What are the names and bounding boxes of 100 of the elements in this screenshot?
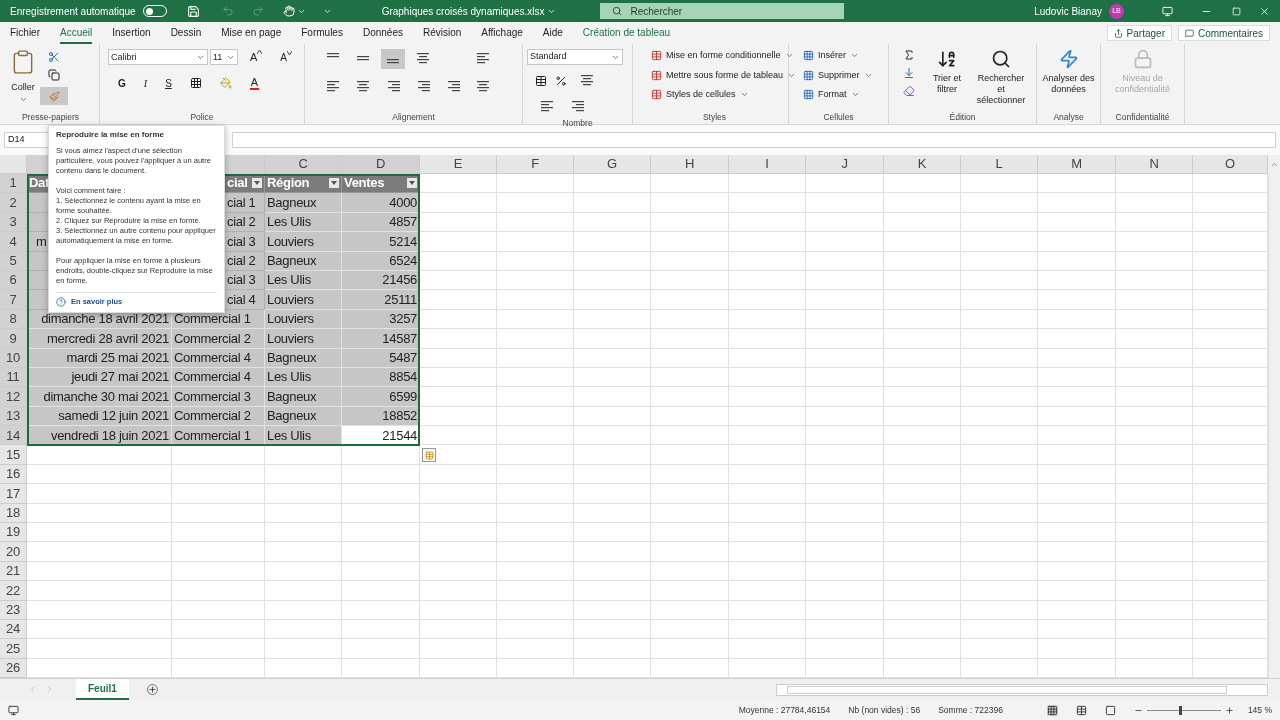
table-cell: dimanche 30 mai 2021 (27, 387, 172, 407)
row-header[interactable]: 9 (0, 329, 27, 349)
row-header[interactable]: 4 (0, 232, 27, 252)
lightning-icon (1058, 49, 1079, 69)
table-style-icon (651, 69, 662, 81)
sort-filter-button[interactable]: Trier et filtrer (929, 49, 965, 106)
paste-button[interactable]: Coller (6, 49, 40, 105)
column-header[interactable]: D (342, 155, 420, 174)
styles-item[interactable]: Styles de cellules (651, 88, 797, 102)
restore-icon[interactable] (1232, 6, 1241, 16)
page-layout-icon[interactable] (1075, 704, 1087, 716)
zoom-in-icon[interactable] (1224, 705, 1234, 715)
italic-button[interactable]: I (143, 75, 148, 91)
column-header[interactable]: F (497, 155, 574, 174)
share-button[interactable]: Partager (1106, 25, 1172, 41)
ribbon-tab[interactable]: Dessin (170, 22, 202, 44)
ribbon-tab[interactable]: Formules (301, 22, 343, 44)
find-select-button[interactable]: Rechercher et sélectionner (973, 49, 1029, 106)
row-header[interactable]: 25 (0, 639, 27, 659)
save-icon[interactable] (186, 4, 200, 18)
vertical-scrollbar[interactable] (1268, 174, 1280, 679)
ribbon-tab[interactable]: Insertion (112, 22, 151, 44)
file-name[interactable]: Graphiques croisés dynamiques.xlsx (381, 3, 545, 19)
row-header[interactable]: 22 (0, 581, 27, 601)
zoom-thumb[interactable] (1179, 705, 1183, 715)
row-header[interactable]: 15 (0, 445, 27, 465)
row-header[interactable]: 17 (0, 484, 27, 504)
percent-icon[interactable] (555, 75, 567, 87)
row-header[interactable]: 2 (0, 193, 27, 213)
bold-button[interactable]: G (118, 75, 126, 91)
comments-button[interactable]: Commentaires (1177, 25, 1270, 41)
zoom-level[interactable]: 145 % (1247, 703, 1272, 717)
normal-view-icon[interactable] (1046, 704, 1058, 716)
ribbon-tab[interactable]: Création de tableau (582, 22, 671, 44)
cells-item[interactable]: Format (803, 88, 873, 102)
ribbon-tab[interactable]: Fichier (10, 22, 40, 44)
filter-dropdown[interactable] (407, 178, 417, 189)
table-cell: cial 4 (225, 290, 265, 310)
table-cell: Les Ulis (265, 426, 342, 446)
underline-button[interactable]: S (165, 75, 172, 91)
eraser-icon[interactable] (903, 85, 915, 97)
borders-icon[interactable] (189, 77, 202, 89)
ribbon-tab[interactable]: Mise en page (221, 22, 282, 44)
column-header[interactable]: C (265, 155, 342, 174)
ribbon-tab[interactable]: Aide (542, 22, 563, 44)
group-label: Cellules (823, 110, 854, 124)
close-icon[interactable] (1259, 5, 1270, 17)
column-header[interactable]: J (806, 155, 884, 174)
filter-dropdown[interactable] (329, 178, 339, 189)
column-header[interactable]: K (884, 155, 961, 174)
cells-item[interactable]: Supprimer (803, 68, 873, 82)
row-header[interactable]: 19 (0, 523, 27, 543)
fill-color-icon[interactable] (219, 77, 232, 89)
styles-item[interactable]: Mettre sous forme de tableau (651, 68, 797, 82)
column-header[interactable]: N (1116, 155, 1193, 174)
fill-icon[interactable] (903, 67, 915, 79)
font-color-button[interactable]: A (249, 76, 260, 90)
grow-font-button[interactable]: A (250, 49, 263, 66)
user-name[interactable]: Ludovic Bianay (1034, 3, 1102, 19)
styles-item[interactable]: Mise en forme conditionnelle (651, 49, 797, 63)
ribbon-tab[interactable]: Données (362, 22, 403, 44)
row-header[interactable]: 14 (0, 426, 27, 446)
filter-dropdown[interactable] (252, 178, 262, 189)
column-header[interactable]: M (1038, 155, 1116, 174)
copy-icon[interactable] (48, 69, 60, 81)
column-header[interactable]: H (651, 155, 729, 174)
touch-mode-icon[interactable] (282, 5, 295, 17)
cut-icon[interactable] (48, 51, 60, 63)
cells-item[interactable]: Insérer (803, 49, 873, 63)
table-cell: Louviers (265, 309, 342, 330)
shrink-font-button[interactable]: A (280, 49, 292, 65)
number-format-field[interactable]: Standard (527, 49, 623, 65)
column-header[interactable]: G (574, 155, 651, 174)
column-header[interactable]: L (961, 155, 1038, 174)
quick-analysis-icon[interactable] (422, 448, 436, 462)
row-header[interactable]: 12 (0, 387, 27, 407)
table-cell: cial 2 (225, 251, 265, 271)
ribbon-tab[interactable]: Affichage (481, 22, 523, 44)
analyze-data-button[interactable]: Analyser des données (1041, 49, 1096, 95)
column-header[interactable]: E (420, 155, 497, 174)
help-icon (56, 297, 66, 307)
row-header[interactable]: 20 (0, 542, 27, 562)
sum-icon[interactable] (903, 49, 915, 61)
ribbon-display-icon[interactable] (1162, 5, 1173, 17)
formula-field[interactable] (232, 132, 1276, 148)
ribbon-tab[interactable]: Révision (422, 22, 462, 44)
align-bottom-icon[interactable] (381, 49, 405, 69)
column-header[interactable]: I (729, 155, 806, 174)
font-size-field[interactable]: 11 (210, 49, 238, 66)
cells-icon (803, 69, 814, 81)
font-name-field[interactable]: Calibri (108, 49, 208, 66)
table-cell: cial 3 (225, 270, 265, 291)
row-header[interactable]: 1 (0, 174, 27, 194)
zoom-slider[interactable] (1146, 705, 1221, 716)
search-field[interactable]: Rechercher (600, 3, 845, 19)
row-header[interactable]: 7 (0, 290, 27, 310)
average-readout: Moyenne : 27784,46154 (738, 703, 831, 717)
sheet-tab[interactable]: Feuil1 (76, 679, 129, 701)
add-sheet-icon[interactable] (146, 684, 158, 696)
horizontal-scrollbar[interactable] (776, 683, 1268, 696)
